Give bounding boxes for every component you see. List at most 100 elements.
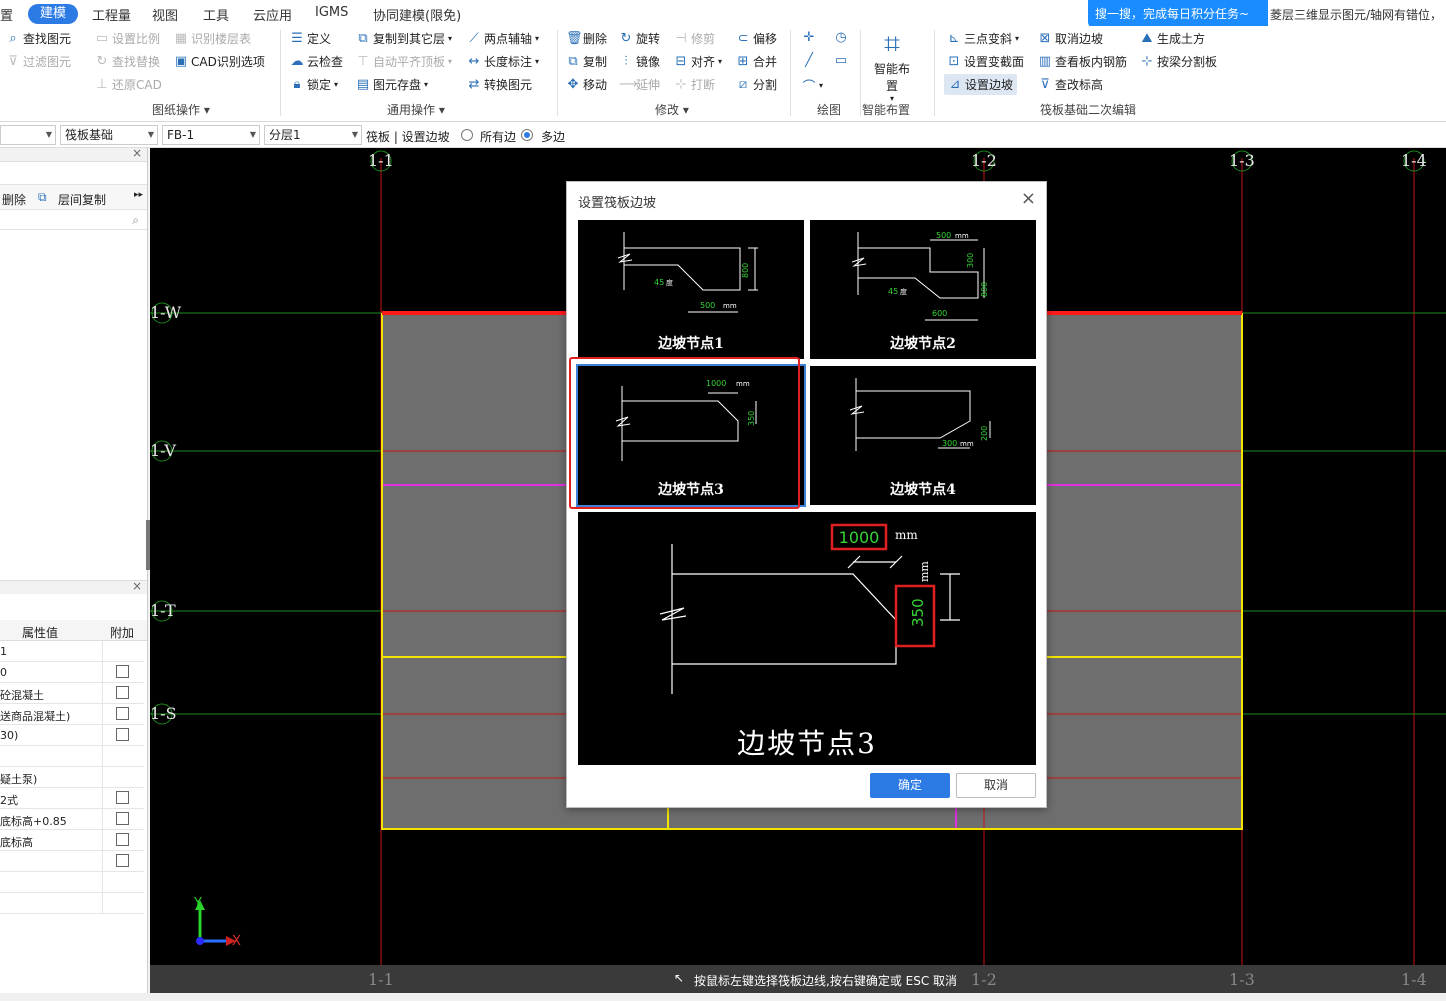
find-replace-button[interactable]: ↻ 查找替换 [95,53,160,70]
radio-all-edges[interactable] [461,129,473,141]
type-select[interactable]: 筏板基础 ▼ [60,125,158,145]
property-value[interactable]: 底标高 [0,834,33,850]
height-value-text[interactable]: 350 [909,598,927,627]
menu-item-cloud[interactable]: 云应用 [253,5,292,24]
copy-button[interactable]: ⧉ 复制 [566,53,607,70]
extra-checkbox[interactable] [116,686,129,699]
radio-multi-edges-label[interactable]: 多边 [541,128,565,145]
cancel-edge-button[interactable]: ⊠ 取消边坡 [1038,30,1103,47]
edge-node-option-4[interactable]: 300 200 mm 边坡节点4 [810,366,1036,505]
define-button[interactable]: ☰ 定义 [290,30,331,47]
edge-node-option-1[interactable]: 800 500 45 mm 度 边坡节点1 [578,220,804,359]
extra-checkbox[interactable] [116,728,129,741]
property-value[interactable]: 砼混凝土 [0,687,44,703]
property-value[interactable]: 1 [0,645,7,658]
close-icon[interactable]: × [132,579,142,593]
property-value[interactable]: 疑土泵) [0,771,37,787]
split-by-beam-button[interactable]: ⊹ 按梁分割板 [1140,53,1217,70]
cad-options-button[interactable]: ▣ CAD识别选项 [174,53,265,70]
rotate-button[interactable]: ↻ 旋转 [619,30,660,47]
layer-select[interactable]: 分层1 ▼ [264,125,362,145]
gen-earthwork-button[interactable]: ⛰︎ 生成土方 [1140,30,1205,47]
property-row[interactable] [0,851,144,872]
property-row[interactable] [0,893,144,914]
set-var-section-button[interactable]: ⊡ 设置变截面 [947,53,1024,70]
restore-cad-button[interactable]: ⊥ 还原CAD [95,76,162,93]
menu-item-quantity[interactable]: 工程量 [92,5,131,24]
extra-checkbox[interactable] [116,812,129,825]
ok-button[interactable]: 确定 [870,773,950,798]
menu-item-settings[interactable]: 置 [0,5,13,24]
element-save-button[interactable]: ▤ 图元存盘 ▾ [356,76,428,93]
menu-item-tools[interactable]: 工具 [203,5,229,24]
search-task-banner[interactable]: 搜一搜，完成每日积分任务~ [1088,0,1268,28]
extra-checkbox[interactable] [116,707,129,720]
view-rebar-button[interactable]: ▥ 查看板内钢筋 [1038,53,1127,70]
property-row[interactable] [0,872,144,893]
radio-all-edges-label[interactable]: 所有边 [480,128,516,145]
property-row[interactable]: 0 [0,662,144,683]
property-value[interactable]: 30) [0,729,18,742]
extra-checkbox[interactable] [116,665,129,678]
property-row[interactable] [0,746,144,767]
menu-item-igms[interactable]: IGMS [315,5,348,20]
move-button[interactable]: ✥ 移动 [566,76,607,93]
copy-to-layer-button[interactable]: ⧉ 复制到其它层 ▾ [356,30,452,47]
extra-checkbox[interactable] [116,833,129,846]
length-dim-button[interactable]: ↔ 长度标注 ▾ [467,53,539,70]
merge-button[interactable]: ⊞ 合并 [736,53,777,70]
more-arrow-icon[interactable]: ▸▸ [134,190,143,200]
notice-text[interactable]: 菱层三维显示图元/轴网有错位， [1270,6,1446,23]
property-value[interactable]: 2式 [0,792,18,808]
draw-arc-button[interactable]: ⌒ ▾ [802,76,823,95]
cloud-check-button[interactable]: ☁ 云检查 [290,53,344,70]
width-value-text[interactable]: 1000 [839,528,880,547]
identify-floor-table-button[interactable]: ▦ 识别楼层表 [174,30,251,47]
filter-element-button[interactable]: ⊽ 过滤图元 [6,53,71,70]
floor-select[interactable]: ▼ [0,125,56,145]
group-drawing-ops[interactable]: 图纸操作 ▾ [152,101,210,118]
three-point-slope-button[interactable]: ⊾ 三点变斜 ▾ [947,30,1019,47]
draw-line-button[interactable]: ╱ [802,53,816,68]
radio-multi-edges[interactable] [521,129,533,141]
find-element-button[interactable]: ⌕ 查找图元 [6,30,71,47]
property-row[interactable]: 底标高 [0,830,144,851]
property-value[interactable]: 送商品混凝土) [0,708,70,724]
convert-element-button[interactable]: ⇄ 转换图元 [467,76,532,93]
delete-component-button[interactable]: 删除 [2,191,26,208]
set-edge-button[interactable]: ⊿ 设置边坡 [944,74,1018,95]
property-row[interactable]: 送商品混凝土) [0,704,144,725]
group-modify[interactable]: 修改 ▾ [655,101,689,118]
property-value[interactable]: 底标高+0.85 [0,813,67,829]
cancel-button[interactable]: 取消 [956,773,1036,798]
two-point-axis-button[interactable]: ⟋ 两点辅轴 ▾ [467,30,539,47]
layer-copy-button[interactable]: 层间复制 [58,191,106,208]
mirror-button[interactable]: ⫶ 镜像 [619,53,660,70]
split-button[interactable]: ⧄ 分割 [736,76,777,93]
draw-point-button[interactable]: ✛ [802,30,816,45]
set-scale-button[interactable]: ▭ 设置比例 [95,30,160,47]
delete-button[interactable]: 🗑︎ 删除 [566,30,607,47]
draw-circle-button[interactable]: ◷ [834,30,848,45]
trim-button[interactable]: ⊣ 修剪 [674,30,715,47]
extend-button[interactable]: ⟶ 延伸 [619,76,660,93]
menu-item-modeling[interactable]: 建模 [28,4,78,24]
property-row[interactable]: 30) [0,725,144,746]
view-elevation-button[interactable]: ⊽ 查改标高 [1038,76,1103,93]
close-icon[interactable]: × [1021,188,1036,209]
break-button[interactable]: ⊹ 打断 [674,76,715,93]
property-row[interactable]: 砼混凝土 [0,683,144,704]
smart-layout-button[interactable]: ⌗ 智能布置 ▾ [870,28,914,104]
element-select[interactable]: FB-1 ▼ [162,125,260,145]
offset-button[interactable]: ⊂ 偏移 [736,30,777,47]
property-row[interactable]: 底标高+0.85 [0,809,144,830]
lock-button[interactable]: 🔒︎ 锁定 ▾ [290,76,339,93]
edge-node-option-2[interactable]: 500 300 800 600 45 mm 度 边坡节点2 [810,220,1036,359]
align-button[interactable]: ⊟ 对齐 ▾ [674,53,722,70]
menu-item-collab[interactable]: 协同建模(限免) [373,5,461,24]
extra-checkbox[interactable] [116,791,129,804]
draw-rect-button[interactable]: ▭ [834,53,848,68]
property-value[interactable]: 0 [0,666,7,679]
extra-checkbox[interactable] [116,854,129,867]
close-icon[interactable]: × [132,146,142,160]
